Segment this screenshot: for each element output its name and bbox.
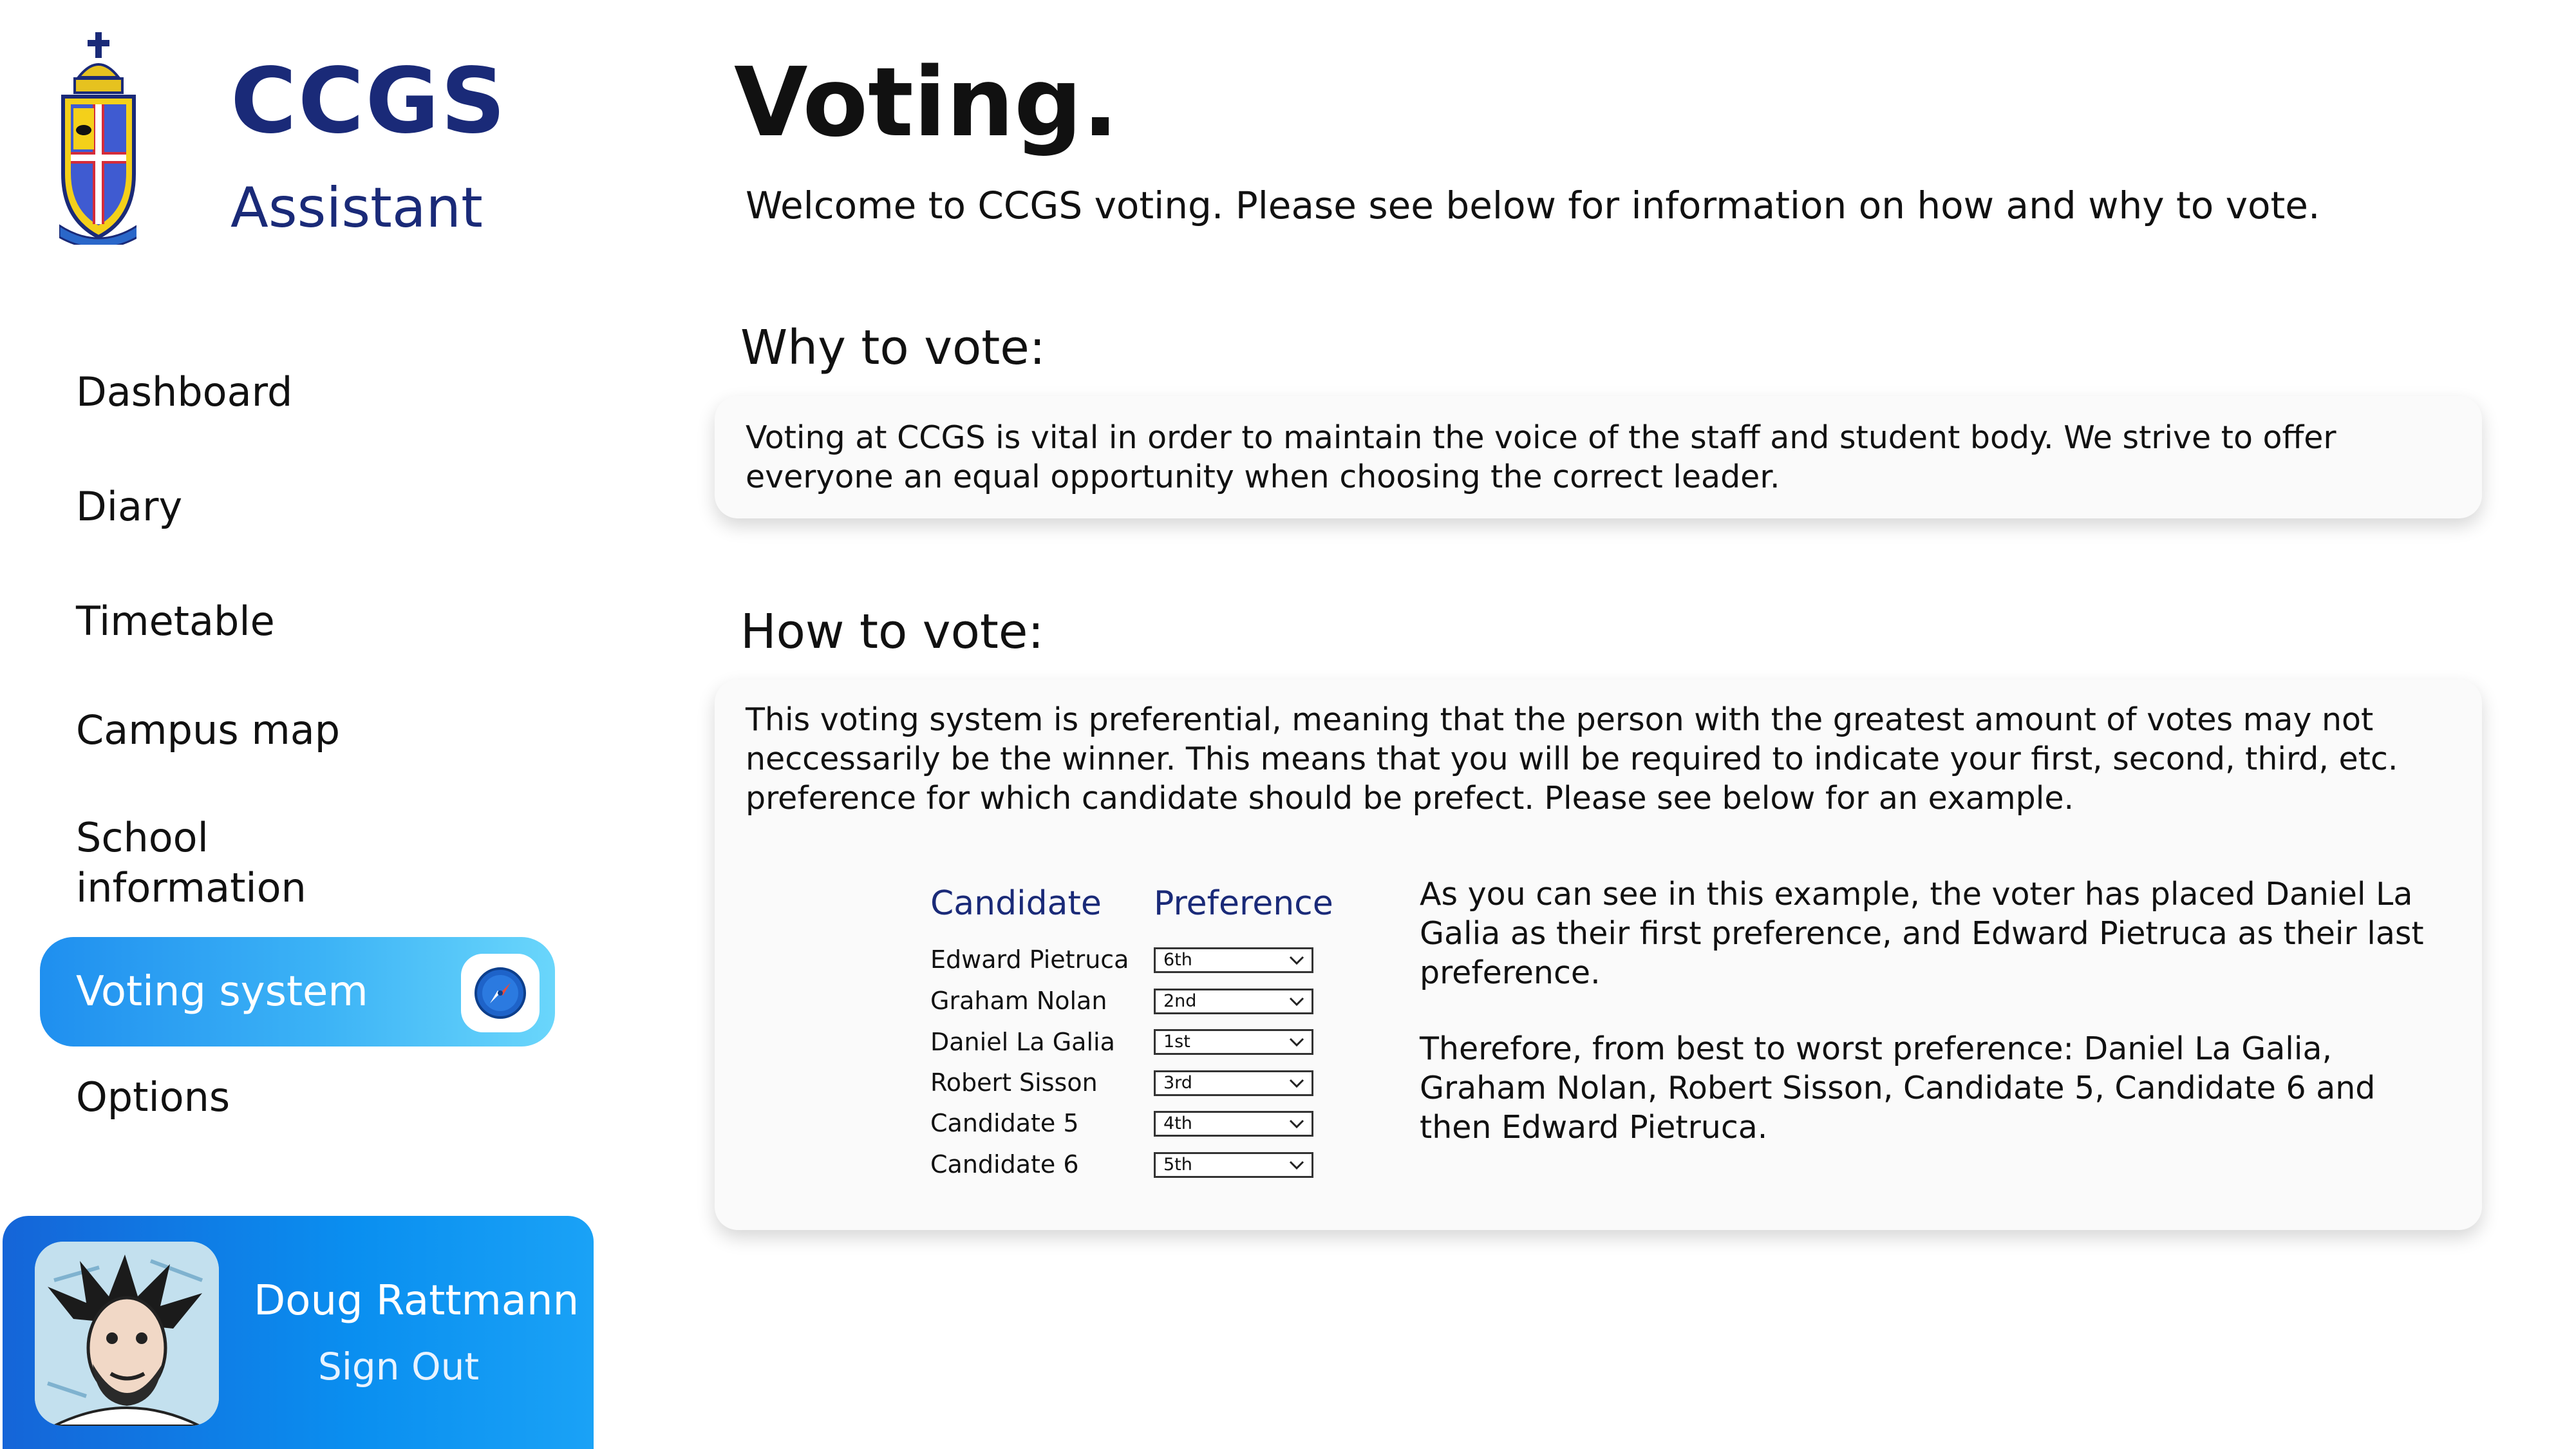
chevron-down-icon bbox=[1289, 1037, 1304, 1047]
preference-value: 4th bbox=[1163, 1113, 1192, 1133]
user-panel: Doug Rattmann Sign Out bbox=[3, 1216, 594, 1449]
how-text: This voting system is preferential, mean… bbox=[746, 701, 2398, 817]
preference-select[interactable]: 4th bbox=[1154, 1111, 1313, 1137]
sidebar-item-campus-map[interactable]: Campus map bbox=[76, 705, 340, 755]
chevron-down-icon bbox=[1289, 1079, 1304, 1088]
sidebar-item-voting-system[interactable]: Voting system bbox=[40, 937, 555, 1046]
page-title: Voting. bbox=[734, 47, 1119, 158]
crest-icon bbox=[59, 32, 136, 245]
preference-select[interactable]: 2nd bbox=[1154, 989, 1313, 1014]
example-explanation-1: As you can see in this example, the vote… bbox=[1420, 876, 2424, 991]
candidate-name: Robert Sisson bbox=[930, 1068, 1098, 1097]
preference-select[interactable]: 6th bbox=[1154, 947, 1313, 973]
sidebar-item-label: Voting system bbox=[76, 968, 368, 1016]
chevron-down-icon bbox=[1289, 956, 1304, 965]
chevron-down-icon bbox=[1289, 997, 1304, 1007]
preference-select[interactable]: 1st bbox=[1154, 1029, 1313, 1055]
preference-select[interactable]: 5th bbox=[1154, 1152, 1313, 1178]
why-text: Voting at CCGS is vital in order to main… bbox=[746, 419, 2336, 495]
compass-icon bbox=[461, 954, 540, 1032]
preference-value: 1st bbox=[1163, 1032, 1190, 1052]
candidate-name: Candidate 5 bbox=[930, 1109, 1079, 1137]
sidebar-item-diary[interactable]: Diary bbox=[76, 482, 182, 532]
preference-value: 5th bbox=[1163, 1155, 1192, 1175]
candidate-name: Candidate 6 bbox=[930, 1150, 1079, 1179]
sidebar-item-options[interactable]: Options bbox=[76, 1072, 230, 1122]
candidate-name: Edward Pietruca bbox=[930, 945, 1129, 974]
sidebar-item-school-information[interactable]: School information bbox=[76, 813, 398, 913]
brand-subtitle: Assistant bbox=[230, 176, 483, 240]
preference-value: 6th bbox=[1163, 950, 1192, 970]
user-name: Doug Rattmann bbox=[254, 1277, 579, 1325]
preference-select[interactable]: 3rd bbox=[1154, 1070, 1313, 1096]
sidebar-item-timetable[interactable]: Timetable bbox=[76, 596, 275, 647]
how-heading: How to vote: bbox=[740, 604, 1044, 659]
why-heading: Why to vote: bbox=[740, 320, 1046, 375]
preference-value: 3rd bbox=[1163, 1073, 1192, 1093]
preference-column-header: Preference bbox=[1154, 884, 1333, 923]
intro-text: Welcome to CCGS voting. Please see below… bbox=[746, 184, 2320, 227]
brand-title: CCGS bbox=[230, 49, 507, 154]
preference-value: 2nd bbox=[1163, 991, 1197, 1011]
chevron-down-icon bbox=[1289, 1160, 1304, 1170]
avatar[interactable] bbox=[35, 1242, 219, 1426]
sidebar-item-dashboard[interactable]: Dashboard bbox=[76, 367, 292, 417]
candidate-name: Daniel La Galia bbox=[930, 1028, 1115, 1056]
example-explanation-2: Therefore, from best to worst preference… bbox=[1420, 1030, 2376, 1146]
why-card: Voting at CCGS is vital in order to main… bbox=[715, 396, 2482, 518]
candidate-name: Graham Nolan bbox=[930, 987, 1107, 1015]
candidate-column-header: Candidate bbox=[930, 884, 1102, 923]
sign-out-link[interactable]: Sign Out bbox=[318, 1345, 479, 1388]
chevron-down-icon bbox=[1289, 1119, 1304, 1129]
